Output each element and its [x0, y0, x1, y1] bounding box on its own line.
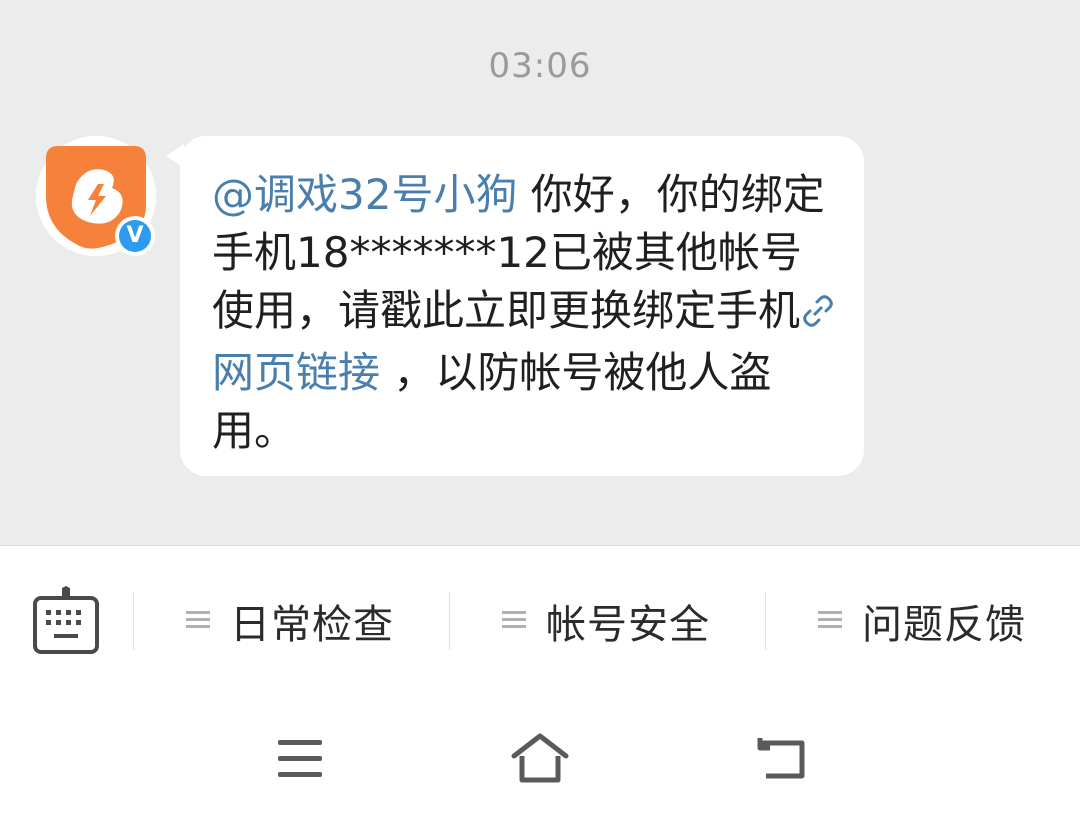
menu-item-label: 日常检查	[230, 602, 394, 648]
link-icon	[800, 286, 836, 344]
chat-area: 03:06 V @调戏32号小狗 你好，你的绑定手机18*******12已被其…	[0, 0, 1080, 545]
menu-separator	[133, 592, 134, 650]
web-link[interactable]: 网页链接	[212, 348, 380, 397]
nav-menu-button[interactable]	[268, 726, 332, 790]
nav-back-button[interactable]	[748, 726, 812, 790]
message-bubble[interactable]: @调戏32号小狗 你好，你的绑定手机18*******12已被其他帐号使用，请戳…	[180, 136, 864, 476]
back-icon	[757, 738, 805, 779]
message-timestamp: 03:06	[488, 46, 592, 86]
menu-item-feedback[interactable]: 问题反馈	[818, 592, 1026, 650]
keyboard-toggle-button[interactable]	[32, 586, 100, 656]
keyboard-icon	[33, 586, 99, 654]
menu-item-daily-check[interactable]: 日常检查	[186, 592, 394, 650]
menu-lines-icon	[186, 609, 210, 633]
home-icon	[511, 733, 569, 783]
message-text: @调戏32号小狗 你好，你的绑定手机18*******12已被其他帐号使用，请戳…	[212, 166, 840, 460]
menu-separator	[449, 592, 450, 650]
system-nav-bar	[0, 696, 1080, 821]
user-mention-link[interactable]: @调戏32号小狗	[212, 170, 517, 219]
menu-lines-icon	[818, 609, 842, 633]
bottom-menu: 日常检查 帐号安全 问题反馈	[0, 546, 1080, 696]
menu-lines-icon	[502, 609, 526, 633]
menu-item-label: 帐号安全	[546, 602, 710, 648]
verified-badge: V	[115, 216, 155, 256]
menu-separator	[765, 592, 766, 650]
menu-item-label: 问题反馈	[862, 602, 1026, 648]
verified-v-icon: V	[119, 220, 151, 252]
hamburger-icon	[278, 740, 322, 777]
menu-item-account-security[interactable]: 帐号安全	[502, 592, 710, 650]
nav-home-button[interactable]	[508, 726, 572, 790]
